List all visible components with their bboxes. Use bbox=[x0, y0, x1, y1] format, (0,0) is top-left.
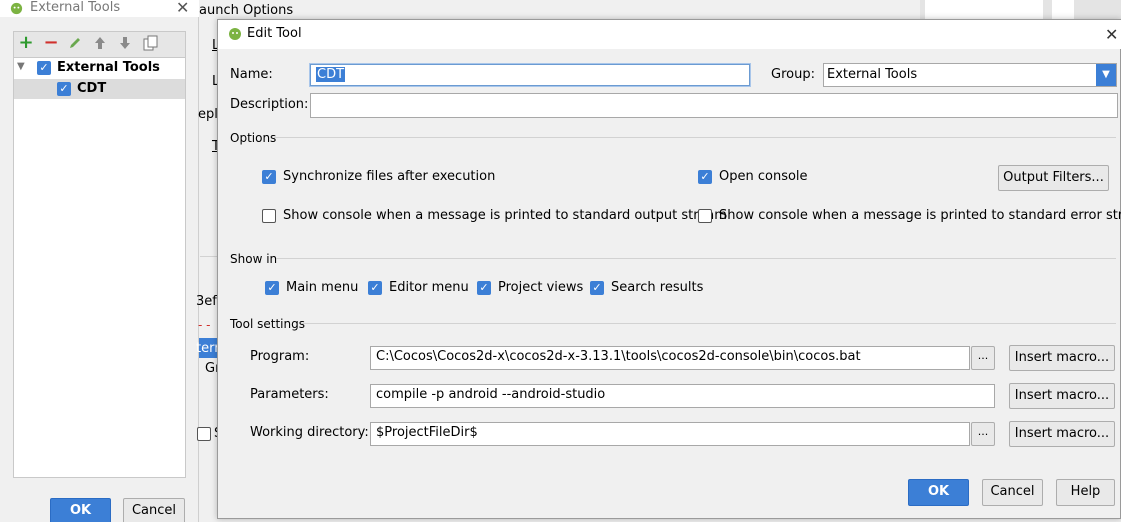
help-button[interactable]: Help bbox=[1056, 479, 1115, 506]
run-config-window bbox=[200, 0, 920, 19]
group-label: Group: bbox=[771, 67, 815, 82]
bg-checkbox bbox=[197, 427, 211, 441]
group-select[interactable]: External Tools bbox=[823, 63, 1117, 87]
android-icon bbox=[10, 2, 23, 15]
tree-item-external-tools[interactable]: ▼ ✓ External Tools bbox=[14, 58, 185, 78]
main-menu-checkbox[interactable]: ✓ bbox=[265, 281, 279, 295]
tree-item-label: External Tools bbox=[57, 60, 160, 75]
background-cancel-button[interactable]: Cancel bbox=[123, 498, 185, 522]
expand-arrow-icon[interactable]: ▼ bbox=[17, 61, 25, 72]
parameters-insert-macro-button[interactable]: Insert macro... bbox=[1009, 383, 1115, 409]
checkbox-checked-icon[interactable]: ✓ bbox=[37, 61, 51, 75]
tools-tree bbox=[13, 58, 186, 478]
output-filters-button[interactable]: Output Filters... bbox=[998, 165, 1109, 191]
show-console-stdout-checkbox[interactable] bbox=[262, 209, 276, 223]
description-label: Description: bbox=[230, 97, 309, 112]
working-directory-input[interactable]: $ProjectFileDir$ bbox=[370, 422, 970, 446]
add-icon[interactable]: + bbox=[18, 34, 34, 52]
checkbox-checked-icon[interactable]: ✓ bbox=[57, 82, 71, 96]
sync-files-label: Synchronize files after execution bbox=[283, 169, 496, 184]
show-console-stderr-checkbox[interactable] bbox=[698, 209, 712, 223]
program-label: Program: bbox=[250, 349, 310, 364]
description-input[interactable] bbox=[310, 93, 1118, 118]
sync-files-checkbox[interactable]: ✓ bbox=[262, 170, 276, 184]
editor-menu-checkbox[interactable]: ✓ bbox=[368, 281, 382, 295]
working-directory-label: Working directory: bbox=[250, 425, 369, 440]
remove-icon[interactable]: − bbox=[43, 34, 59, 52]
tree-item-label: CDT bbox=[77, 81, 107, 96]
show-in-section-title: Show in bbox=[230, 252, 278, 266]
parameters-input[interactable]: compile -p android --android-studio bbox=[370, 384, 995, 408]
search-results-checkbox[interactable]: ✓ bbox=[590, 281, 604, 295]
ok-button[interactable]: OK bbox=[908, 479, 969, 506]
bg-remove-icon: - - bbox=[198, 318, 211, 332]
name-input-value: CDT bbox=[316, 67, 346, 82]
launch-options-label: aunch Options bbox=[199, 3, 294, 18]
show-in-divider bbox=[276, 258, 1116, 259]
program-insert-macro-button[interactable]: Insert macro... bbox=[1009, 345, 1115, 371]
close-icon[interactable]: ✕ bbox=[1105, 25, 1118, 44]
working-directory-insert-macro-button[interactable]: Insert macro... bbox=[1009, 421, 1115, 447]
open-console-label: Open console bbox=[719, 169, 808, 184]
tree-item-cdt[interactable]: ✓ CDT bbox=[14, 79, 185, 99]
move-down-icon[interactable] bbox=[118, 36, 132, 50]
parameters-label: Parameters: bbox=[250, 387, 329, 402]
dialog-title: Edit Tool bbox=[247, 26, 302, 41]
search-results-label: Search results bbox=[611, 280, 704, 295]
bg-right-panel-field bbox=[1052, 0, 1074, 20]
options-divider bbox=[274, 137, 1116, 138]
project-views-checkbox[interactable]: ✓ bbox=[477, 281, 491, 295]
bg-fragment: epl bbox=[198, 107, 218, 122]
program-browse-button[interactable]: ... bbox=[971, 346, 995, 370]
android-icon bbox=[229, 28, 241, 40]
tool-settings-divider bbox=[302, 323, 1116, 324]
options-section-title: Options bbox=[230, 131, 277, 145]
group-select-value: External Tools bbox=[827, 67, 918, 82]
project-views-label: Project views bbox=[498, 280, 584, 295]
show-console-stdout-label: Show console when a message is printed t… bbox=[283, 208, 727, 223]
main-menu-label: Main menu bbox=[286, 280, 359, 295]
edit-icon[interactable] bbox=[68, 36, 82, 50]
open-console-checkbox[interactable]: ✓ bbox=[698, 170, 712, 184]
dialog-titlebar: Edit Tool bbox=[218, 20, 1121, 49]
cancel-button[interactable]: Cancel bbox=[982, 479, 1043, 506]
tool-settings-section-title: Tool settings bbox=[230, 317, 305, 331]
show-console-stderr-label: Show console when a message is printed t… bbox=[719, 208, 1121, 223]
working-directory-browse-button[interactable]: ... bbox=[971, 422, 995, 446]
close-icon[interactable]: ✕ bbox=[176, 0, 189, 16]
move-up-icon[interactable] bbox=[93, 36, 107, 50]
external-tools-title: External Tools bbox=[30, 0, 121, 15]
bg-divider bbox=[200, 256, 218, 257]
name-input[interactable]: CDT bbox=[310, 64, 750, 86]
name-label: Name: bbox=[230, 67, 273, 82]
dropdown-arrow-icon[interactable]: ▼ bbox=[1096, 64, 1116, 86]
editor-menu-label: Editor menu bbox=[389, 280, 469, 295]
external-tools-titlebar: External Tools bbox=[0, 0, 199, 17]
bg-right-panel-field bbox=[925, 0, 1043, 20]
program-input[interactable]: C:\Cocos\Cocos2d-x\cocos2d-x-3.13.1\tool… bbox=[370, 346, 970, 370]
background-ok-button[interactable]: OK bbox=[50, 498, 111, 522]
copy-icon[interactable] bbox=[143, 35, 158, 51]
